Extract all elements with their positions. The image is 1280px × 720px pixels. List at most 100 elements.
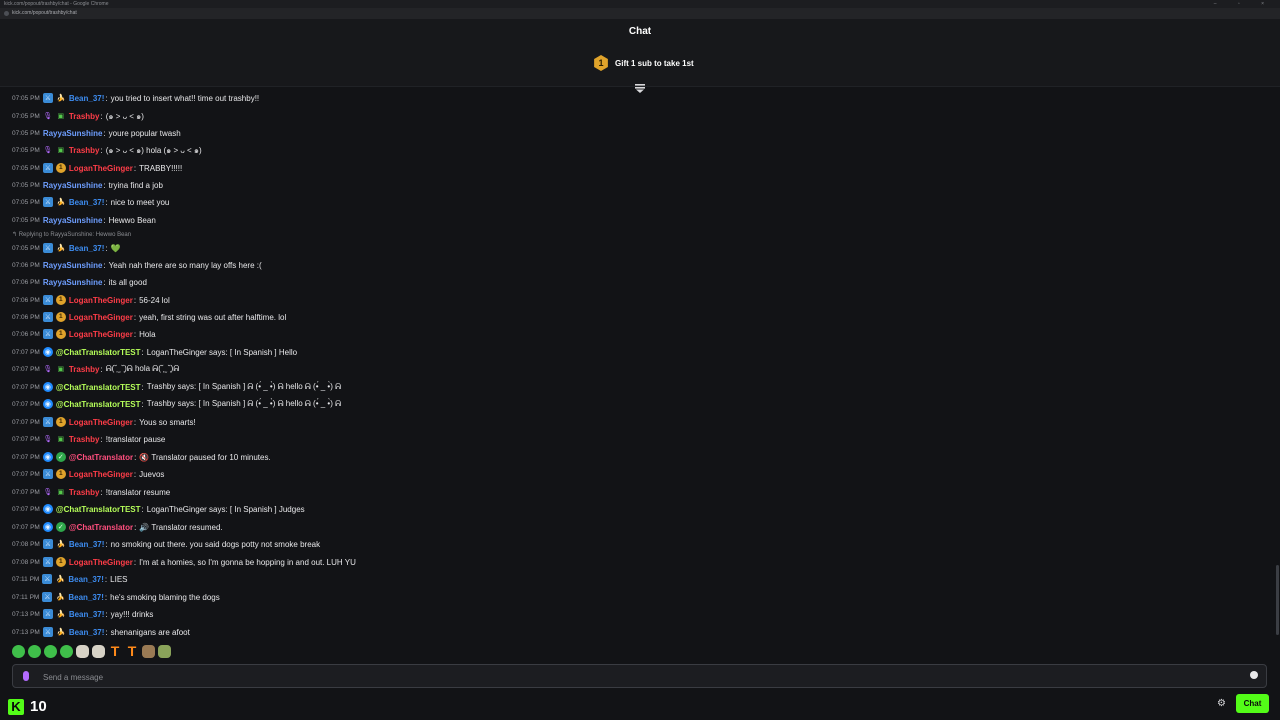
banana-badge-icon[interactable]: 🍌 xyxy=(56,539,66,549)
message-username[interactable]: Bean_37! xyxy=(69,198,105,207)
chat-message[interactable]: 07:07 PM ◉ @ChatTranslatorTEST: Trashby say… xyxy=(12,380,341,394)
sub-badge-icon[interactable]: ▣ xyxy=(56,111,66,121)
chat-message[interactable]: 07:05 PM ⚔ 1 LoganTheGinger: TRABBY!!!!! xyxy=(12,161,182,175)
mic-badge-icon[interactable]: 🎙 xyxy=(43,111,53,121)
gifter-badge-icon[interactable]: 1 xyxy=(55,163,66,173)
message-username[interactable]: RayyaSunshine xyxy=(43,261,103,270)
message-username[interactable]: Bean_37! xyxy=(69,94,105,103)
bot-badge-icon[interactable]: ◉ xyxy=(42,382,53,392)
message-username[interactable]: RayyaSunshine xyxy=(43,129,103,138)
chat-message[interactable]: 07:05 PM RayyaSunshine: tryina find a job xyxy=(12,178,163,192)
sub-badge-icon[interactable]: ▣ xyxy=(56,364,66,374)
mic-icon[interactable] xyxy=(23,671,29,681)
frog-emote-icon[interactable] xyxy=(28,645,41,658)
message-username[interactable]: @ChatTranslatorTEST xyxy=(56,383,141,392)
skull-emote-icon[interactable] xyxy=(76,645,89,658)
verified-badge-icon[interactable]: ✓ xyxy=(55,452,66,462)
message-username[interactable]: LoganTheGinger xyxy=(69,558,133,567)
chat-message[interactable]: 07:07 PM ⚔ 1 LoganTheGinger: Yous so smarts! xyxy=(12,415,196,429)
mod-badge-icon[interactable]: ⚔ xyxy=(42,243,53,253)
chat-message[interactable]: 07:07 PM ◉ @ChatTranslatorTEST: LoganTheGin… xyxy=(12,345,297,359)
message-username[interactable]: @ChatTranslator xyxy=(69,453,133,462)
mod-badge-icon[interactable]: ⚔ xyxy=(42,609,53,619)
chat-message[interactable]: 07:05 PM RayyaSunshine: Hewwo Bean xyxy=(12,213,156,227)
banana-badge-icon[interactable]: 🍌 xyxy=(56,243,66,253)
mod-badge-icon[interactable]: ⚔ xyxy=(42,557,53,567)
mod-badge-icon[interactable]: ⚔ xyxy=(42,574,53,584)
gifter-badge-icon[interactable]: 1 xyxy=(55,312,66,322)
sub-badge-icon[interactable]: ▣ xyxy=(56,487,66,497)
chat-message[interactable]: 07:05 PM ⚔ 🍌 Bean_37!: nice to meet you xyxy=(12,195,169,209)
message-username[interactable]: LoganTheGinger xyxy=(69,470,133,479)
message-username[interactable]: @ChatTranslatorTEST xyxy=(56,400,141,409)
chat-message[interactable]: 07:07 PM ◉ @ChatTranslatorTEST: Trashby say… xyxy=(12,397,341,411)
chat-message[interactable]: 07:07 PM ◉ ✓ @ChatTranslator: 🔊 Translator r… xyxy=(12,520,223,534)
mod-badge-icon[interactable]: ⚔ xyxy=(42,417,53,427)
site-info-icon[interactable] xyxy=(4,11,9,16)
sub-badge-icon[interactable]: ▣ xyxy=(56,145,66,155)
message-username[interactable]: Trashby xyxy=(69,112,100,121)
skull-emote-icon[interactable] xyxy=(92,645,105,658)
gifter-badge-icon[interactable]: 1 xyxy=(55,295,66,305)
gifter-badge-icon[interactable]: 1 xyxy=(55,417,66,427)
window-controls[interactable]: – ▫ × xyxy=(1214,0,1274,8)
mic-badge-icon[interactable]: 🎙 xyxy=(43,434,53,444)
chat-message[interactable]: 07:11 PM ⚔ 🍌 Bean_37!: he's smoking blaming … xyxy=(12,590,220,604)
gift-sub-button[interactable]: 1 Gift 1 sub to take 1st xyxy=(593,55,694,71)
message-username[interactable]: RayyaSunshine xyxy=(43,278,103,287)
banana-badge-icon[interactable]: 🍌 xyxy=(56,609,66,619)
chat-message[interactable]: 07:07 PM ◉ ✓ @ChatTranslator: 🔇 Translator p… xyxy=(12,450,271,464)
banana-badge-icon[interactable]: 🍌 xyxy=(55,592,65,602)
message-username[interactable]: Trashby xyxy=(69,488,100,497)
message-username[interactable]: Bean_37! xyxy=(69,244,105,253)
gifter-badge-icon[interactable]: 1 xyxy=(55,329,66,339)
message-username[interactable]: LoganTheGinger xyxy=(69,418,133,427)
mod-badge-icon[interactable]: ⚔ xyxy=(42,627,53,637)
bot-badge-icon[interactable]: ◉ xyxy=(42,347,53,357)
mic-badge-icon[interactable]: 🎙 xyxy=(43,364,53,374)
gear-icon[interactable]: ⚙ xyxy=(1217,699,1227,709)
mod-badge-icon[interactable]: ⚔ xyxy=(42,312,53,322)
message-input[interactable] xyxy=(41,669,1235,685)
chat-message[interactable]: 07:07 PM 🎙 ▣ Trashby: !translator pause xyxy=(12,432,165,446)
t-emote-icon[interactable]: T xyxy=(125,644,139,658)
bot-badge-icon[interactable]: ◉ xyxy=(42,452,53,462)
chat-message[interactable]: 07:07 PM ◉ @ChatTranslatorTEST: LoganTheGin… xyxy=(12,502,305,516)
chat-message[interactable]: 07:05 PM ⚔ 🍌 Bean_37!: 💚 xyxy=(12,241,121,255)
chat-message[interactable]: 07:11 PM ⚔ 🍌 Bean_37!: LIES xyxy=(12,572,128,586)
chat-message[interactable]: 07:06 PM ⚔ 1 LoganTheGinger: Hola xyxy=(12,327,156,341)
frog-emote-icon[interactable] xyxy=(44,645,57,658)
chat-message[interactable]: 07:13 PM ⚔ 🍌 Bean_37!: yay!!! drinks xyxy=(12,607,153,621)
t-emote-icon[interactable]: T xyxy=(108,644,122,658)
mod-badge-icon[interactable]: ⚔ xyxy=(42,197,53,207)
mod-badge-icon[interactable]: ⚔ xyxy=(42,329,53,339)
mod-badge-icon[interactable]: ⚔ xyxy=(42,592,53,602)
message-username[interactable]: Trashby xyxy=(69,365,100,374)
gifter-badge-icon[interactable]: 1 xyxy=(55,469,66,479)
chat-message[interactable]: 07:08 PM ⚔ 🍌 Bean_37!: no smoking out there.… xyxy=(12,537,320,551)
message-username[interactable]: Bean_37! xyxy=(69,540,105,549)
message-username[interactable]: RayyaSunshine xyxy=(43,181,103,190)
frog-emote-icon[interactable] xyxy=(12,645,25,658)
gifter-badge-icon[interactable]: 1 xyxy=(55,557,66,567)
chat-message[interactable]: 07:06 PM RayyaSunshine: Yeah nah there are… xyxy=(12,258,262,272)
chat-message[interactable]: 07:07 PM 🎙 ▣ Trashby: ᕱ(˘̩ ̫ ˘̩)ᕱ hola ᕱ(˘̩ … xyxy=(12,362,179,376)
chat-message[interactable]: 07:07 PM ⚔ 1 LoganTheGinger: Juevos xyxy=(12,467,164,481)
chat-message[interactable]: 07:05 PM 🎙 ▣ Trashby: (๑ > ᴗ < ๑) hola (๑ > … xyxy=(12,143,202,157)
chat-message[interactable]: 07:08 PM ⚔ 1 LoganTheGinger: I'm at a homies… xyxy=(12,555,356,569)
address-bar[interactable]: kick.com/popout/trashby/chat xyxy=(0,8,1280,19)
mic-badge-icon[interactable]: 🎙 xyxy=(43,145,53,155)
chat-message[interactable]: 07:13 PM ⚔ 🍌 Bean_37!: shenanigans are afoot xyxy=(12,625,190,637)
bot-badge-icon[interactable]: ◉ xyxy=(42,522,53,532)
chat-message[interactable]: 07:05 PM 🎙 ▣ Trashby: (๑ > ᴗ < ๑) xyxy=(12,109,144,123)
message-username[interactable]: Trashby xyxy=(69,146,100,155)
message-username[interactable]: LoganTheGinger xyxy=(69,296,133,305)
chat-message[interactable]: 07:05 PM RayyaSunshine: youre popular twas… xyxy=(12,126,181,140)
message-username[interactable]: LoganTheGinger xyxy=(69,330,133,339)
mod-badge-icon[interactable]: ⚔ xyxy=(42,469,53,479)
creature-emote-icon[interactable] xyxy=(142,645,155,658)
message-username[interactable]: Bean_37! xyxy=(68,593,104,602)
frog-emote-icon[interactable] xyxy=(60,645,73,658)
banana-badge-icon[interactable]: 🍌 xyxy=(56,627,66,637)
mic-badge-icon[interactable]: 🎙 xyxy=(43,487,53,497)
